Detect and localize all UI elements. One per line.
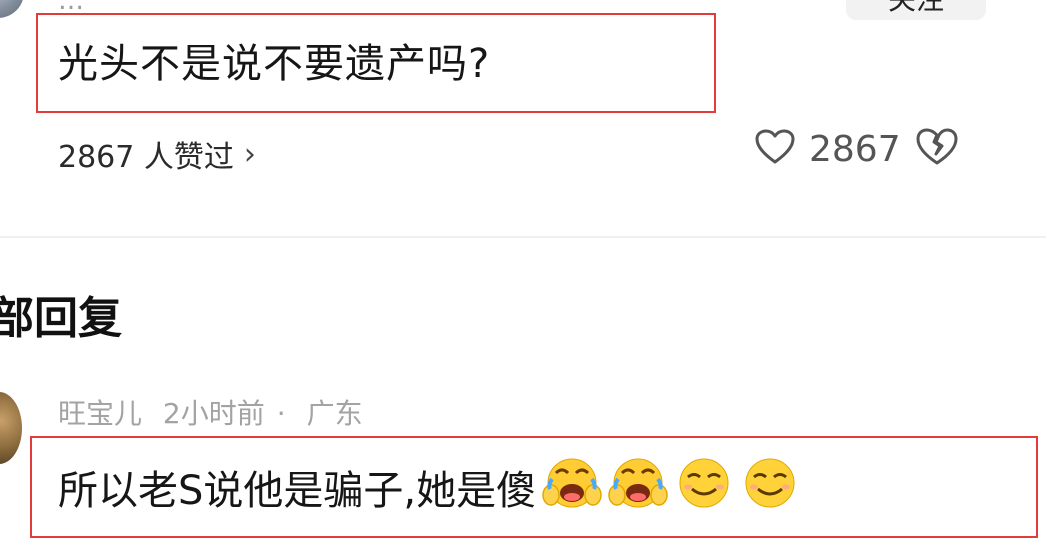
reply-time: 2小时前 xyxy=(162,397,265,430)
section-divider xyxy=(0,236,1046,238)
like-actions: 2867 xyxy=(755,128,959,170)
laughing-cover-face-emoji xyxy=(608,455,668,526)
replies-heading: 部回复 xyxy=(0,293,122,344)
like-count: 2867 xyxy=(809,128,901,170)
reply-text: 所以老S说他是骗子,她是傻 xyxy=(58,467,537,514)
comment-thread-screen: … 关注 光头不是说不要遗产吗? 2867 人赞过 › 2867 部回复 旺宝儿… xyxy=(0,0,1046,545)
reply-user-avatar[interactable] xyxy=(0,392,22,464)
reply-username[interactable]: 旺宝儿 xyxy=(58,397,142,430)
reply-content: 所以老S说他是骗子,她是傻 xyxy=(58,455,800,526)
top-user-avatar[interactable] xyxy=(0,0,24,18)
liked-by-text: 2867 人赞过 xyxy=(58,140,234,175)
heart-icon[interactable] xyxy=(755,129,795,169)
reply-location: 广东 xyxy=(306,397,363,430)
laughing-cover-face-emoji xyxy=(542,455,602,526)
dislike-broken-heart-icon[interactable] xyxy=(915,128,959,170)
comment-text: 光头不是说不要遗产吗? xyxy=(58,41,491,87)
smile-emoji xyxy=(740,455,800,526)
chevron-right-icon: › xyxy=(243,136,256,172)
liked-by-link[interactable]: 2867 人赞过 › xyxy=(58,132,256,176)
meta-separator: · xyxy=(276,397,286,430)
reply-meta: 旺宝儿 2小时前 · 广东 xyxy=(58,392,375,432)
follow-button[interactable]: 关注 xyxy=(846,0,986,20)
smile-emoji xyxy=(674,455,734,526)
